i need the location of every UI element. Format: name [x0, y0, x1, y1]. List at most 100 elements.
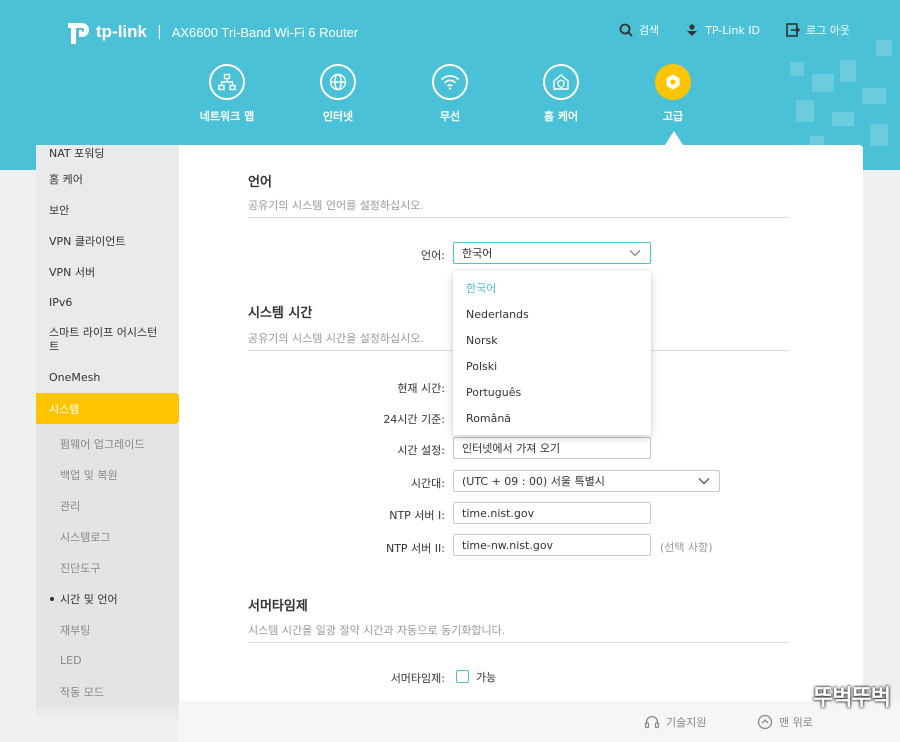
language-option[interactable]: Română: [453, 405, 651, 431]
sidebar-sub-diagnostics[interactable]: 진단도구: [36, 552, 179, 583]
dst-section-desc: 시스템 시간을 일광 절약 시간과 자동으로 동기화합니다.: [248, 624, 506, 637]
language-option[interactable]: Norsk: [453, 327, 651, 353]
language-option[interactable]: 한국어: [453, 275, 651, 301]
back-to-top-label: 맨 위로: [779, 716, 813, 729]
language-select-value: 한국어: [462, 247, 493, 260]
globe-icon: [329, 73, 347, 91]
brand-separator: |: [157, 24, 162, 40]
language-option[interactable]: Nederlands: [453, 301, 651, 327]
language-section-desc: 공유기의 시스템 언어를 설정하십시오.: [248, 199, 424, 212]
chevron-down-icon: [698, 478, 710, 485]
home-care-icon: [553, 74, 569, 90]
tp-link-id-label: TP-Link ID: [705, 23, 761, 37]
network-map-icon: [218, 73, 236, 91]
support-label: 기술지원: [666, 716, 707, 729]
support-link[interactable]: 기술지원: [644, 714, 706, 730]
main-panel: 언어 공유기의 시스템 언어를 설정하십시오. 언어: 한국어 시스템 시간 공…: [179, 145, 863, 701]
dst-enable-checkbox[interactable]: [456, 670, 469, 683]
nav-network-map[interactable]: 네트워크 맵: [182, 64, 272, 124]
main-nav: 네트워크 맵 인터넷 무선 홈 케어 고급: [0, 64, 900, 134]
ntp1-label: NTP 서버 I:: [389, 509, 445, 522]
timezone-label: 시간대:: [410, 477, 445, 490]
ntp1-input[interactable]: time.nist.gov: [453, 502, 651, 524]
logout-label: 로그 아웃: [806, 24, 850, 37]
sidebar-sub-time-language[interactable]: 시간 및 언어: [36, 583, 179, 614]
sidebar-sub-led[interactable]: LED: [36, 645, 179, 676]
brand-logo[interactable]: tp-link | AX6600 Tri-Band Wi-Fi 6 Router: [64, 18, 358, 46]
dst-label: 서머타임제:: [390, 672, 445, 685]
divider: [248, 217, 789, 218]
user-id-icon: [687, 24, 698, 36]
sidebar-item-smart-life[interactable]: 스마트 라이프 어시스턴트: [36, 318, 179, 362]
logout-icon: [786, 23, 801, 37]
headset-icon: [644, 715, 660, 729]
back-to-top-link[interactable]: 맨 위로: [757, 714, 813, 730]
sidebar-submenu: 펌웨어 업그레이드 백업 및 복원 관리 시스템로그 진단도구 시간 및 언어 …: [36, 424, 179, 707]
ntp2-value: time-nw.nist.gov: [462, 538, 554, 552]
sidebar-item-vpn-client[interactable]: VPN 클라이언트: [36, 225, 179, 256]
hour24-label: 24시간 기준:: [383, 413, 445, 426]
sidebar-sub-system-log[interactable]: 시스템로그: [36, 521, 179, 552]
sidebar-sub-admin[interactable]: 관리: [36, 490, 179, 521]
footer: 기술지원 맨 위로: [179, 701, 900, 742]
divider: [248, 642, 789, 643]
arrow-up-circle-icon: [757, 714, 773, 730]
time-setting-label: 시간 설정:: [397, 444, 445, 457]
nav-home-care[interactable]: 홈 케어: [516, 64, 606, 124]
brand-name: tp-link: [96, 22, 147, 41]
dst-enable-label: 가능: [476, 671, 497, 684]
language-option[interactable]: Polski: [453, 353, 651, 379]
chevron-down-icon: [629, 250, 641, 257]
wifi-icon: [440, 75, 460, 90]
language-option[interactable]: Português: [453, 379, 651, 405]
language-label: 언어:: [421, 249, 445, 262]
logout-button[interactable]: 로그 아웃: [786, 22, 850, 38]
time-setting-value: 인터넷에서 가져 오기: [462, 442, 561, 455]
sidebar-sub-reboot[interactable]: 재부팅: [36, 614, 179, 645]
language-section-title: 언어: [248, 175, 272, 190]
search-label: 검색: [638, 24, 660, 37]
watermark: 뚜벅뚜벅: [813, 686, 891, 711]
language-dropdown-menu: 한국어 Nederlands Norsk Polski Português Ro…: [453, 271, 651, 435]
model-name: AX6600 Tri-Band Wi-Fi 6 Router: [171, 24, 359, 40]
current-time-label: 현재 시간:: [397, 382, 445, 395]
header-actions: 검색 TP-Link ID 로그 아웃: [593, 22, 850, 38]
sidebar-item-nat-forwarding[interactable]: NAT 포워딩: [36, 145, 179, 163]
nav-wireless-label: 무선: [439, 110, 461, 123]
nav-advanced[interactable]: 고급: [628, 64, 718, 124]
time-setting-select[interactable]: 인터넷에서 가져 오기: [453, 437, 651, 459]
sidebar-item-vpn-server[interactable]: VPN 서버: [36, 256, 179, 287]
system-time-section-desc: 공유기의 시스템 시간을 설정하십시오.: [248, 332, 424, 345]
nav-internet-label: 인터넷: [322, 110, 354, 123]
dst-section-title: 서머타임제: [248, 599, 308, 614]
ntp1-value: time.nist.gov: [462, 506, 535, 520]
ntp2-label: NTP 서버 II:: [385, 542, 445, 555]
sidebar-sub-operation-mode[interactable]: 작동 모드: [36, 676, 179, 707]
active-nav-indicator: [665, 131, 683, 145]
system-time-section-title: 시스템 시간: [248, 306, 313, 321]
nav-advanced-label: 고급: [662, 110, 684, 123]
nav-network-map-label: 네트워크 맵: [199, 110, 255, 123]
sidebar: NAT 포워딩 홈 케어 보안 VPN 클라이언트 VPN 서버 IPv6 스마…: [36, 145, 179, 717]
nav-internet[interactable]: 인터넷: [293, 64, 383, 124]
timezone-value: (UTC + 09 : 00) 서울 특별시: [462, 475, 605, 488]
search-icon: [619, 23, 633, 37]
sidebar-item-system[interactable]: 시스템: [36, 393, 179, 424]
tp-link-id-button[interactable]: TP-Link ID: [685, 22, 760, 38]
sidebar-item-ipv6[interactable]: IPv6: [36, 287, 179, 318]
sidebar-item-security[interactable]: 보안: [36, 194, 179, 225]
sidebar-sub-firmware[interactable]: 펌웨어 업그레이드: [36, 428, 179, 459]
sidebar-item-onemesh[interactable]: OneMesh: [36, 362, 179, 393]
nav-home-care-label: 홈 케어: [543, 110, 579, 123]
tp-link-logo-icon: [64, 18, 92, 46]
timezone-select[interactable]: (UTC + 09 : 00) 서울 특별시: [453, 470, 720, 492]
gear-icon: [666, 74, 680, 90]
sidebar-sub-backup[interactable]: 백업 및 복원: [36, 459, 179, 490]
ntp2-input[interactable]: time-nw.nist.gov: [453, 534, 651, 556]
ntp2-optional-hint: (선택 사항): [660, 541, 713, 554]
search-button[interactable]: 검색: [619, 22, 659, 38]
sidebar-item-home-care[interactable]: 홈 케어: [36, 163, 179, 194]
language-select[interactable]: 한국어: [453, 242, 651, 264]
decor-pixel: [876, 40, 892, 56]
nav-wireless[interactable]: 무선: [405, 64, 495, 124]
